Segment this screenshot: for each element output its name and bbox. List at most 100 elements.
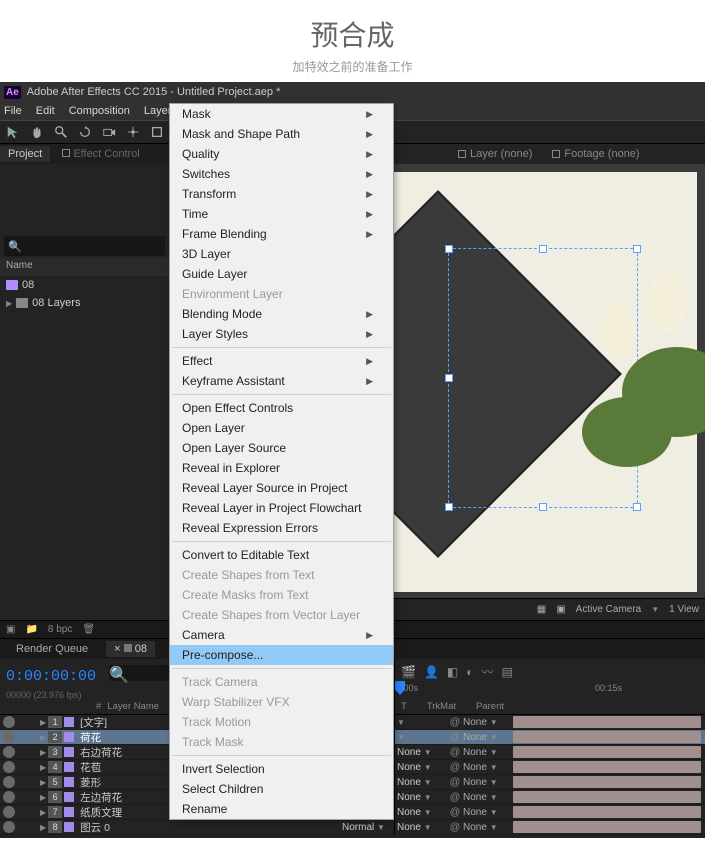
handle-bl[interactable] xyxy=(445,503,453,511)
project-tab[interactable]: Project xyxy=(0,146,50,162)
new-folder-icon[interactable]: 📁 xyxy=(25,624,37,635)
parent-pickwhip-icon[interactable]: @ xyxy=(449,791,461,803)
project-header-name[interactable]: Name xyxy=(0,258,169,276)
parent-dropdown[interactable]: None ▼ xyxy=(463,807,509,818)
visibility-toggle-icon[interactable] xyxy=(3,731,15,743)
visibility-toggle-icon[interactable] xyxy=(3,746,15,758)
transparency-grid-icon[interactable]: ▦ xyxy=(537,604,546,615)
layer-duration-bar[interactable] xyxy=(513,716,701,728)
ctx-frame-blending[interactable]: Frame Blending▶ xyxy=(170,224,393,244)
parent-dropdown[interactable]: None ▼ xyxy=(463,762,509,773)
ctx-keyframe-assistant[interactable]: Keyframe Assistant▶ xyxy=(170,371,393,391)
layer-color-chip[interactable] xyxy=(64,777,74,787)
ctx-blending-mode[interactable]: Blending Mode▶ xyxy=(170,304,393,324)
layer-duration-bar[interactable] xyxy=(513,806,701,818)
handle-tm[interactable] xyxy=(539,245,547,253)
trkmat-dropdown[interactable]: ▼ xyxy=(397,717,447,728)
chevron-right-icon[interactable]: ▶ xyxy=(40,733,46,742)
ctx-time[interactable]: Time▶ xyxy=(170,204,393,224)
ctx-switches[interactable]: Switches▶ xyxy=(170,164,393,184)
parent-pickwhip-icon[interactable]: @ xyxy=(449,821,461,833)
col-layer-name[interactable]: Layer Name xyxy=(107,701,159,712)
chevron-right-icon[interactable]: ▶ xyxy=(40,793,46,802)
layer-name[interactable]: 图云 0 xyxy=(76,820,340,835)
camera-tool-icon[interactable] xyxy=(102,125,116,139)
ctx-open-effect-controls[interactable]: Open Effect Controls xyxy=(170,398,393,418)
chevron-right-icon[interactable]: ▶ xyxy=(40,808,46,817)
layer-row[interactable]: ▶8图云 0Normal ▼None ▼@None ▼ xyxy=(0,820,705,835)
ctx-3d-layer[interactable]: 3D Layer xyxy=(170,244,393,264)
handle-tr[interactable] xyxy=(633,245,641,253)
ctx-camera[interactable]: Camera▶ xyxy=(170,625,393,645)
layer-color-chip[interactable] xyxy=(64,747,74,757)
ctx-mask-and-shape-path[interactable]: Mask and Shape Path▶ xyxy=(170,124,393,144)
visibility-toggle-icon[interactable] xyxy=(3,716,15,728)
camera-dropdown[interactable]: Active Camera xyxy=(576,604,642,615)
layer-color-chip[interactable] xyxy=(64,717,74,727)
ctx-pre-compose[interactable]: Pre-compose... xyxy=(170,645,393,665)
chevron-right-icon[interactable]: ▶ xyxy=(40,718,46,727)
shape-tool-icon[interactable] xyxy=(150,125,164,139)
layer-duration-bar[interactable] xyxy=(513,776,701,788)
trkmat-dropdown[interactable]: None ▼ xyxy=(397,792,447,803)
ctx-convert-to-editable-text[interactable]: Convert to Editable Text xyxy=(170,545,393,565)
visibility-toggle-icon[interactable] xyxy=(3,791,15,803)
menu-edit[interactable]: Edit xyxy=(36,105,55,117)
parent-pickwhip-icon[interactable]: @ xyxy=(449,776,461,788)
parent-dropdown[interactable]: None ▼ xyxy=(463,732,509,743)
menu-composition[interactable]: Composition xyxy=(69,105,130,117)
handle-tl[interactable] xyxy=(445,245,453,253)
chevron-right-icon[interactable]: ▶ xyxy=(40,748,46,757)
project-search-input[interactable]: 🔍 xyxy=(4,236,165,256)
layer-color-chip[interactable] xyxy=(64,762,74,772)
parent-dropdown[interactable]: None ▼ xyxy=(463,717,509,728)
trkmat-dropdown[interactable]: None ▼ xyxy=(397,807,447,818)
ctx-mask[interactable]: Mask▶ xyxy=(170,104,393,124)
chevron-right-icon[interactable]: ▶ xyxy=(40,823,46,832)
parent-dropdown[interactable]: None ▼ xyxy=(463,792,509,803)
handle-br[interactable] xyxy=(633,503,641,511)
bpc-label[interactable]: 8 bpc xyxy=(48,624,72,635)
ctx-open-layer[interactable]: Open Layer xyxy=(170,418,393,438)
layer-color-chip[interactable] xyxy=(64,807,74,817)
col-number[interactable]: # xyxy=(96,701,101,712)
ctx-open-layer-source[interactable]: Open Layer Source xyxy=(170,438,393,458)
parent-pickwhip-icon[interactable]: @ xyxy=(449,716,461,728)
layer-duration-bar[interactable] xyxy=(513,761,701,773)
layer-duration-bar[interactable] xyxy=(513,791,701,803)
project-item-comp[interactable]: 08 xyxy=(0,276,169,294)
zoom-tool-icon[interactable] xyxy=(54,125,68,139)
layer-color-chip[interactable] xyxy=(64,822,74,832)
ctx-reveal-layer-in-project-flowchart[interactable]: Reveal Layer in Project Flowchart xyxy=(170,498,393,518)
ctx-guide-layer[interactable]: Guide Layer xyxy=(170,264,393,284)
chevron-right-icon[interactable]: ▶ xyxy=(6,299,12,308)
trkmat-dropdown[interactable]: None ▼ xyxy=(397,822,447,833)
menu-file[interactable]: File xyxy=(4,105,22,117)
render-queue-tab[interactable]: Render Queue xyxy=(8,641,96,657)
layer-duration-bar[interactable] xyxy=(513,821,701,833)
ctx-reveal-expression-errors[interactable]: Reveal Expression Errors xyxy=(170,518,393,538)
parent-dropdown[interactable]: None ▼ xyxy=(463,747,509,758)
chevron-right-icon[interactable]: ▶ xyxy=(40,763,46,772)
selection-tool-icon[interactable] xyxy=(6,125,20,139)
project-item-folder[interactable]: ▶ 08 Layers xyxy=(0,294,169,312)
timeline-timecode[interactable]: 0:00:00:00 xyxy=(6,668,96,685)
trkmat-dropdown[interactable]: None ▼ xyxy=(397,777,447,788)
trkmat-dropdown[interactable]: None ▼ xyxy=(397,762,447,773)
layer-color-chip[interactable] xyxy=(64,792,74,802)
frame-blend-icon[interactable]: ◧ xyxy=(447,665,458,679)
layer-duration-bar[interactable] xyxy=(513,731,701,743)
trkmat-dropdown[interactable]: ▼ xyxy=(397,732,447,743)
motion-blur-icon[interactable]: ◐ xyxy=(466,665,473,679)
col-trkmat[interactable]: TrkMat xyxy=(427,701,456,712)
parent-pickwhip-icon[interactable]: @ xyxy=(449,746,461,758)
trash-icon[interactable]: 🗑 xyxy=(82,624,95,635)
hand-tool-icon[interactable] xyxy=(30,125,44,139)
effect-controls-tab[interactable]: Effect Control xyxy=(54,146,148,162)
chevron-right-icon[interactable]: ▶ xyxy=(40,778,46,787)
visibility-toggle-icon[interactable] xyxy=(3,761,15,773)
ctx-reveal-layer-source-in-project[interactable]: Reveal Layer Source in Project xyxy=(170,478,393,498)
parent-dropdown[interactable]: None ▼ xyxy=(463,777,509,788)
viewer-tab-footage[interactable]: Footage (none) xyxy=(552,148,639,160)
shy-icon[interactable]: 👤 xyxy=(424,665,439,679)
